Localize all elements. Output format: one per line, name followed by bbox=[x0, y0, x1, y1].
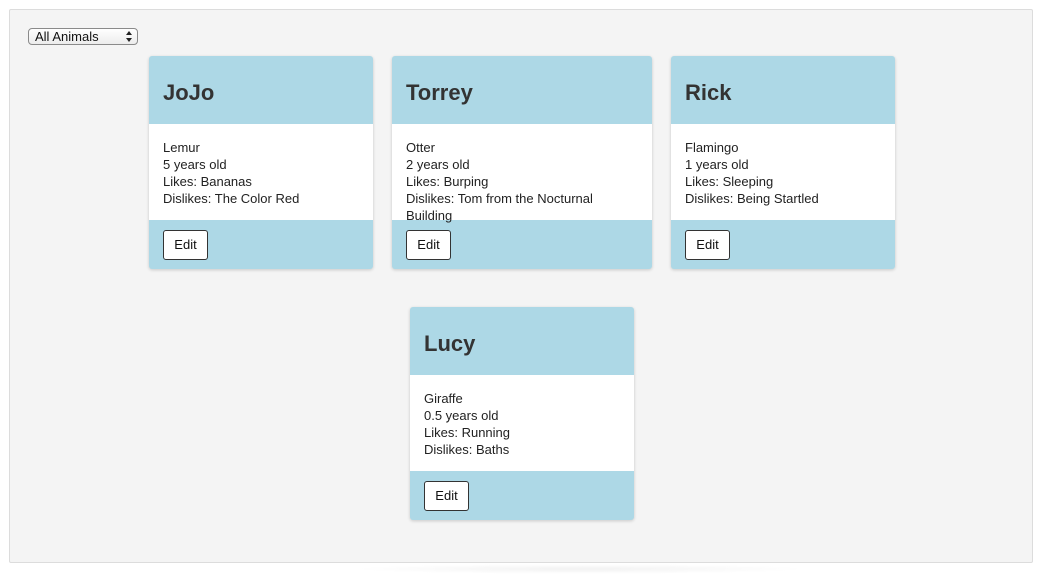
animal-age: 0.5 years old bbox=[424, 408, 499, 423]
card-footer: Edit bbox=[410, 471, 634, 520]
animal-likes: Likes: Sleeping bbox=[685, 174, 774, 189]
main-container: All Animals JoJo Lemur 5 years old Likes… bbox=[9, 9, 1033, 563]
edit-button[interactable]: Edit bbox=[685, 230, 730, 260]
card-details: Giraffe 0.5 years old Likes: Running Dis… bbox=[410, 375, 634, 471]
bottom-shadow bbox=[350, 564, 810, 574]
animal-species: Otter bbox=[406, 140, 435, 155]
animal-dislikes: Dislikes: The Color Red bbox=[163, 191, 300, 206]
animal-name: Rick bbox=[685, 80, 732, 105]
animal-age: 2 years old bbox=[406, 157, 470, 172]
animal-name: Lucy bbox=[424, 331, 476, 356]
edit-button[interactable]: Edit bbox=[406, 230, 451, 260]
card-header: JoJo bbox=[149, 56, 373, 124]
card-footer: Edit bbox=[671, 220, 895, 269]
animal-dislikes: Dislikes: Tom from the Nocturnal Buildin… bbox=[406, 191, 593, 223]
card-header: Rick bbox=[671, 56, 895, 124]
edit-button[interactable]: Edit bbox=[163, 230, 208, 260]
animal-name: Torrey bbox=[406, 80, 473, 105]
animal-species: Flamingo bbox=[685, 140, 739, 155]
animal-card-rick: Rick Flamingo 1 years old Likes: Sleepin… bbox=[671, 56, 895, 269]
animal-card-torrey: Torrey Otter 2 years old Likes: Burping … bbox=[392, 56, 652, 269]
animal-likes: Likes: Burping bbox=[406, 174, 489, 189]
animal-age: 5 years old bbox=[163, 157, 227, 172]
card-footer: Edit bbox=[392, 220, 652, 269]
select-arrows-icon bbox=[126, 31, 132, 42]
card-details: Lemur 5 years old Likes: Bananas Dislike… bbox=[149, 124, 373, 220]
animal-card-lucy: Lucy Giraffe 0.5 years old Likes: Runnin… bbox=[410, 307, 634, 520]
animal-species: Giraffe bbox=[424, 391, 463, 406]
card-header: Lucy bbox=[410, 307, 634, 375]
animal-likes: Likes: Running bbox=[424, 425, 510, 440]
animal-card-jojo: JoJo Lemur 5 years old Likes: Bananas Di… bbox=[149, 56, 373, 269]
card-details: Flamingo 1 years old Likes: Sleeping Dis… bbox=[671, 124, 895, 220]
animal-species: Lemur bbox=[163, 140, 200, 155]
animal-filter-selected: All Animals bbox=[35, 29, 99, 44]
animal-likes: Likes: Bananas bbox=[163, 174, 252, 189]
animal-age: 1 years old bbox=[685, 157, 749, 172]
card-details: Otter 2 years old Likes: Burping Dislike… bbox=[392, 124, 652, 223]
card-footer: Edit bbox=[149, 220, 373, 269]
animal-filter-select[interactable]: All Animals bbox=[28, 28, 138, 45]
animal-dislikes: Dislikes: Being Startled bbox=[685, 191, 819, 206]
edit-button[interactable]: Edit bbox=[424, 481, 469, 511]
card-header: Torrey bbox=[392, 56, 652, 124]
animal-name: JoJo bbox=[163, 80, 215, 105]
animal-dislikes: Dislikes: Baths bbox=[424, 442, 510, 457]
